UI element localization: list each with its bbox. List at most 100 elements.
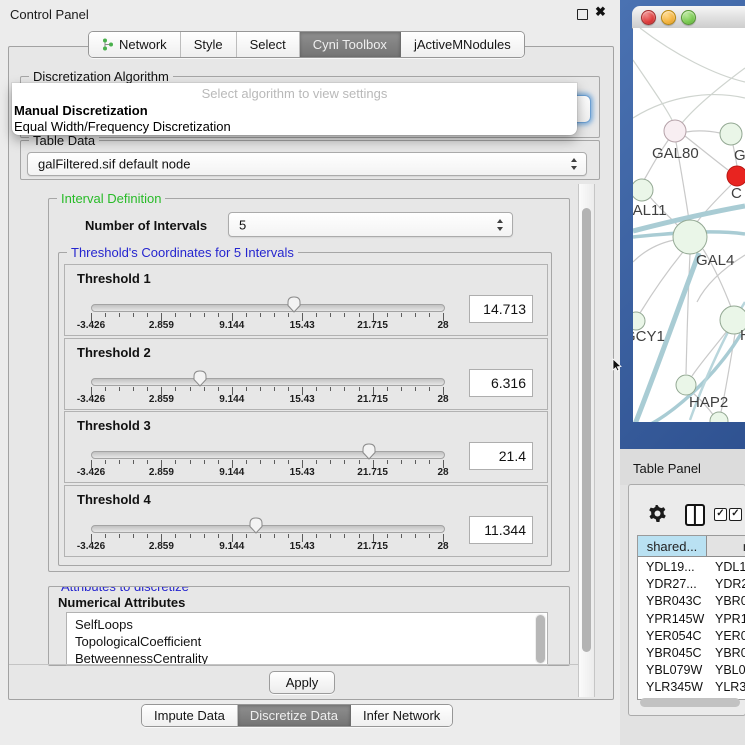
minor-tick xyxy=(133,460,134,464)
checkbox-icon[interactable]: ✓ xyxy=(714,508,727,521)
apply-button[interactable]: Apply xyxy=(269,671,335,694)
network-edge[interactable] xyxy=(640,28,745,82)
threshold-value-field[interactable]: 11.344 xyxy=(469,516,533,544)
attribute-item-topologicalcoefficient[interactable]: TopologicalCoefficient xyxy=(67,633,547,650)
mac-minimize-icon[interactable] xyxy=(661,10,676,25)
table-cell[interactable]: YBL0 xyxy=(715,663,745,677)
tick-label: -3.426 xyxy=(77,394,105,405)
tab-cyni-toolbox[interactable]: Cyni Toolbox xyxy=(300,32,401,57)
slider-track[interactable] xyxy=(91,304,445,312)
split-columns-icon[interactable] xyxy=(685,504,705,526)
threshold-value-field[interactable]: 14.713 xyxy=(469,295,533,323)
tab-impute-data[interactable]: Impute Data xyxy=(142,705,238,726)
network-canvas[interactable]: GAL80GACGAL11GAL4GCY1HHAP2 xyxy=(633,28,745,422)
table-cell[interactable]: YDL19... xyxy=(646,560,695,574)
network-node-gal11[interactable] xyxy=(633,179,653,201)
tab-jactivemnodules[interactable]: jActiveMNodules xyxy=(401,32,524,57)
minor-tick xyxy=(387,313,388,317)
table-cell[interactable]: YDL1 xyxy=(715,560,745,574)
threshold-label: Threshold 1 xyxy=(77,271,151,286)
network-node-ga[interactable] xyxy=(720,123,742,145)
minor-tick xyxy=(429,460,430,464)
table-cell[interactable]: YLR3 xyxy=(715,680,745,694)
table-cell[interactable]: YLR345W xyxy=(646,680,703,694)
tick-label: -3.426 xyxy=(77,320,105,331)
num-intervals-combobox[interactable]: 5 xyxy=(228,212,513,237)
column-header-n[interactable]: n xyxy=(707,536,745,557)
network-edge[interactable] xyxy=(682,68,745,123)
column-header-shared-[interactable]: shared... xyxy=(638,536,707,557)
tab-select[interactable]: Select xyxy=(237,32,300,57)
tab-style[interactable]: Style xyxy=(181,32,237,57)
slider-thumb[interactable] xyxy=(286,295,302,314)
main-scrollbar[interactable] xyxy=(578,184,595,697)
tab-infer-network[interactable]: Infer Network xyxy=(351,705,452,726)
network-node-c[interactable] xyxy=(727,166,745,186)
table-cell[interactable]: YBR043C xyxy=(646,594,702,608)
tick-label: 15.43 xyxy=(290,320,315,331)
network-edge[interactable] xyxy=(633,60,672,120)
network-edge[interactable] xyxy=(640,252,683,313)
table-cell[interactable]: YPR1 xyxy=(715,612,745,626)
minor-tick xyxy=(274,460,275,464)
network-edge[interactable] xyxy=(686,131,720,133)
table-cell[interactable]: YPR145W xyxy=(646,612,704,626)
table-cell[interactable]: YER054C xyxy=(646,629,702,643)
minor-tick xyxy=(190,460,191,464)
scrollbar-thumb[interactable] xyxy=(582,208,591,652)
tab-network[interactable]: Network xyxy=(89,32,181,57)
table-panel-title: Table Panel xyxy=(633,461,701,476)
network-window-titlebar[interactable] xyxy=(632,6,745,29)
table-cell[interactable]: YBR0 xyxy=(715,594,745,608)
network-node-hap2[interactable] xyxy=(676,375,696,395)
minor-tick xyxy=(105,313,106,317)
scrollbar-thumb[interactable] xyxy=(536,615,545,663)
threshold-panel-4: Threshold 4-3.4262.8599.14415.4321.71528… xyxy=(64,485,548,557)
slider-track[interactable] xyxy=(91,451,445,459)
slider-thumb[interactable] xyxy=(248,516,264,535)
close-icon[interactable]: ✖ xyxy=(595,4,606,20)
window-title: Control Panel xyxy=(10,7,89,22)
table-cell[interactable]: YDR2 xyxy=(715,577,745,591)
table-cell[interactable]: YER0 xyxy=(715,629,745,643)
node-label: HAP2 xyxy=(689,394,728,411)
network-edge[interactable] xyxy=(633,240,674,262)
attribute-item-selfloops[interactable]: SelfLoops xyxy=(67,616,547,633)
dropdown-option-manual-discretization[interactable]: Manual Discretization xyxy=(14,103,148,119)
network-node-gal4[interactable] xyxy=(673,220,707,254)
threshold-value-field[interactable]: 6.316 xyxy=(469,369,533,397)
threshold-value-field[interactable]: 21.4 xyxy=(469,442,533,470)
dropdown-option-equal-width-frequency-discretization[interactable]: Equal Width/Frequency Discretization xyxy=(14,119,231,135)
minor-tick xyxy=(288,460,289,464)
minor-tick xyxy=(344,534,345,538)
mac-zoom-icon[interactable] xyxy=(681,10,696,25)
table-cell[interactable]: YBL079W xyxy=(646,663,702,677)
tab-discretize-data[interactable]: Discretize Data xyxy=(238,705,351,726)
gear-icon[interactable] xyxy=(649,505,666,522)
control-panel-window: Control Panel ✖ NetworkStyleSelectCyni T… xyxy=(0,0,620,745)
table-horizontal-scrollbar[interactable] xyxy=(640,698,740,707)
slider-thumb[interactable] xyxy=(192,369,208,388)
minor-tick xyxy=(401,313,402,317)
node-label: GCY1 xyxy=(633,328,665,345)
table-cell[interactable]: YBR045C xyxy=(646,646,702,660)
float-window-icon[interactable] xyxy=(577,9,588,20)
slider-track[interactable] xyxy=(91,525,445,533)
table-cell[interactable]: YDR27... xyxy=(646,577,697,591)
slider-thumb[interactable] xyxy=(361,442,377,461)
table-data-combobox[interactable]: galFiltered.sif default node xyxy=(27,152,587,176)
group-title: Attributes to discretize xyxy=(57,586,193,594)
minor-tick xyxy=(316,534,317,538)
stepper-arrows-icon xyxy=(497,219,504,231)
network-node-gal80[interactable] xyxy=(664,120,686,142)
mac-close-icon[interactable] xyxy=(641,10,656,25)
list-scrollbar[interactable] xyxy=(535,614,546,664)
tab-label: jActiveMNodules xyxy=(414,37,511,52)
table-cell[interactable]: YBR0 xyxy=(715,646,745,660)
minor-tick xyxy=(246,460,247,464)
attributes-list[interactable]: SelfLoopsTopologicalCoefficientBetweenne… xyxy=(66,612,548,666)
checkbox-icon[interactable]: ✓ xyxy=(729,508,742,521)
slider-track[interactable] xyxy=(91,378,445,386)
minor-tick xyxy=(133,534,134,538)
node-label: GAL11 xyxy=(633,202,667,219)
